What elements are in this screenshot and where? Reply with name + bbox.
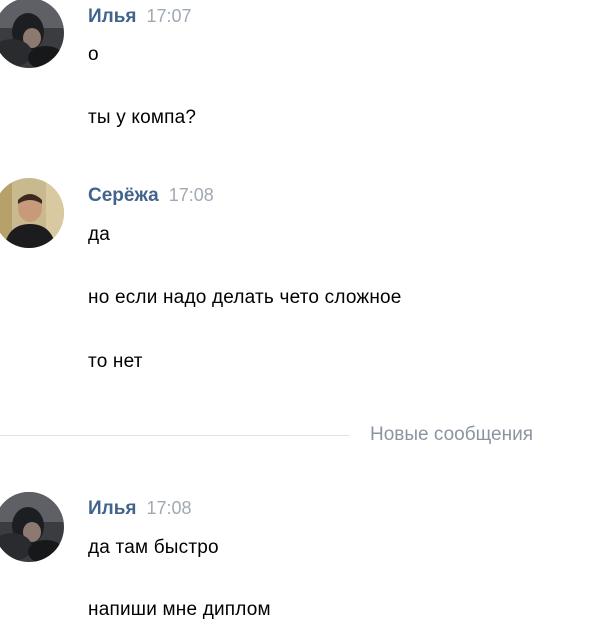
message-text: ты у компа? — [88, 107, 197, 128]
message-time[interactable]: 17:08 — [147, 498, 192, 518]
avatar[interactable] — [0, 492, 64, 562]
user-photo-icon — [0, 0, 64, 68]
message-text: да — [88, 224, 111, 245]
user-photo-icon — [0, 178, 64, 248]
avatar[interactable] — [0, 178, 64, 248]
message-time[interactable]: 17:07 — [147, 6, 192, 26]
message-header: Илья 17:07 — [88, 6, 192, 28]
chat-history: Илья 17:07 о ты у компа? Серёжа 17:08 да н… — [0, 0, 604, 637]
new-messages-label: Новые сообщения — [370, 424, 533, 445]
message-time[interactable]: 17:08 — [169, 185, 214, 205]
message-header: Илья 17:08 — [88, 498, 192, 520]
user-photo-icon — [0, 492, 64, 562]
message-text: напиши мне диплом — [88, 599, 271, 620]
message-text: о — [88, 44, 99, 65]
avatar[interactable] — [0, 0, 64, 68]
divider-line — [0, 435, 350, 436]
new-messages-divider: Новые сообщения — [0, 418, 604, 452]
message-text: но если надо делать чето сложное — [88, 287, 402, 308]
message-text: да там быстро — [88, 537, 219, 558]
author-name[interactable]: Серёжа — [88, 185, 159, 206]
author-name[interactable]: Илья — [88, 6, 137, 27]
author-name[interactable]: Илья — [88, 498, 137, 519]
message-text: то нет — [88, 351, 143, 372]
message-header: Серёжа 17:08 — [88, 185, 214, 207]
